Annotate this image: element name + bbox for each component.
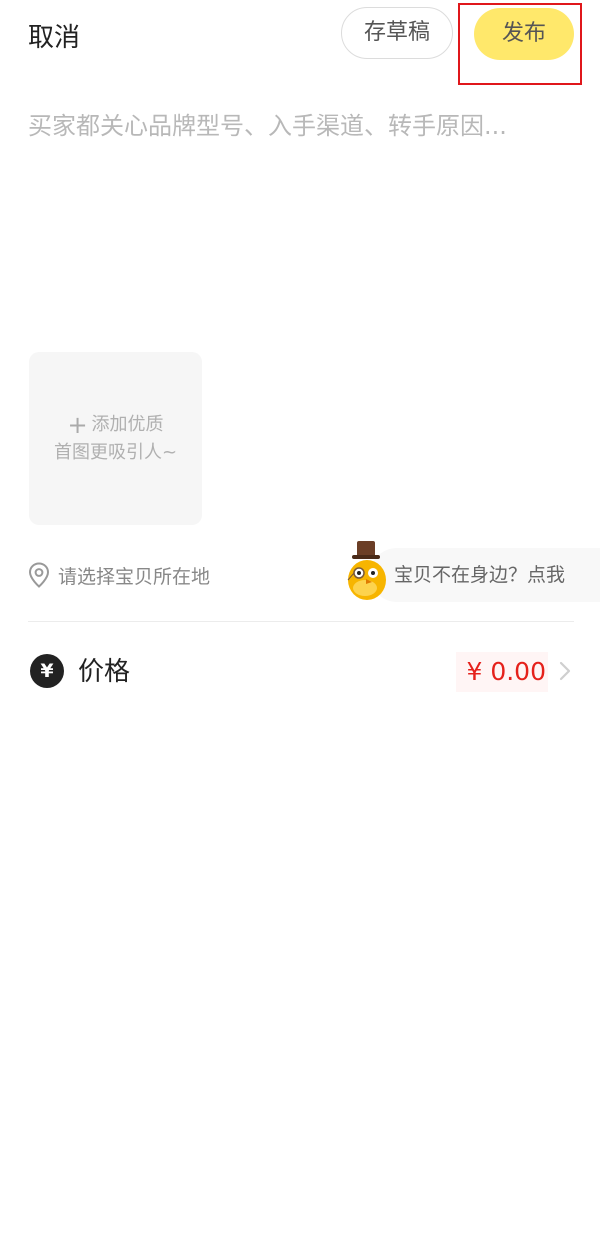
price-row[interactable]: ¥ 价格 ¥ 0.00 bbox=[28, 650, 574, 694]
not-nearby-link[interactable]: 宝贝不在身边？点我 bbox=[394, 560, 565, 590]
chevron-right-icon bbox=[559, 661, 571, 681]
divider bbox=[28, 621, 574, 622]
add-photo-button[interactable]: + 添加优质 首图更吸引人~ bbox=[29, 352, 202, 525]
mascot-icon bbox=[347, 541, 386, 600]
price-label: 价格 bbox=[78, 657, 131, 687]
add-photo-label: 添加优质 bbox=[91, 413, 164, 435]
publish-button[interactable]: 发布 bbox=[474, 8, 574, 60]
save-draft-button[interactable]: 存草稿 bbox=[341, 7, 453, 59]
plus-icon: + bbox=[67, 410, 88, 439]
price-value: ¥ 0.00 bbox=[456, 652, 548, 692]
description-input[interactable]: 买家都关心品牌型号、入手渠道、转手原因... bbox=[28, 104, 578, 324]
location-label: 请选择宝贝所在地 bbox=[58, 565, 211, 588]
yen-icon: ¥ bbox=[30, 654, 64, 688]
cancel-button[interactable]: 取消 bbox=[28, 18, 80, 58]
location-selector[interactable]: 请选择宝贝所在地 bbox=[28, 560, 210, 590]
location-pin-icon bbox=[28, 562, 50, 588]
add-photo-hint: 首图更吸引人~ bbox=[53, 441, 178, 463]
